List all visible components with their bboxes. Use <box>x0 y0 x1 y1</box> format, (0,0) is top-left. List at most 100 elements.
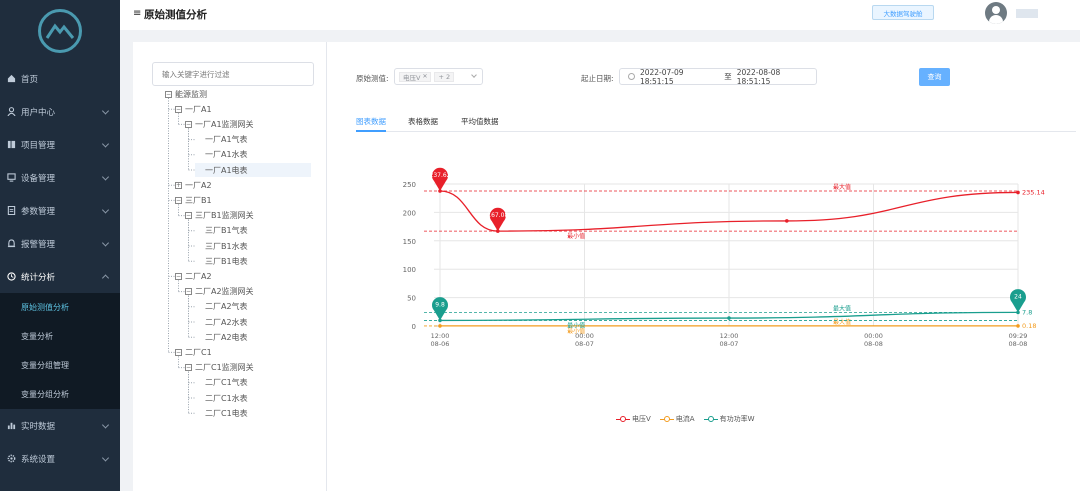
collapse-icon[interactable]: − <box>185 364 192 372</box>
tree-node[interactable]: + 一厂A2 <box>175 178 212 192</box>
tree-node[interactable]: 三厂B1水表 <box>195 239 248 253</box>
chevron-down-icon <box>101 238 110 247</box>
collapse-icon[interactable]: − <box>175 348 182 356</box>
sidebar: 首页 用户中心 项目管理 设备管理 参数管理 报警管理 统计分析 原始测值分析 变量分析 变量分组… <box>0 0 120 491</box>
tree-node[interactable]: 一厂A1气表 <box>195 133 248 147</box>
collapse-icon[interactable]: − <box>185 120 192 128</box>
avatar[interactable] <box>985 2 1007 24</box>
collapse-icon[interactable]: − <box>185 212 192 220</box>
tree-node-label: 三厂B1 <box>185 195 212 205</box>
y-tick-label: 150 <box>403 238 416 246</box>
bell-icon <box>6 239 16 249</box>
menu-toggle-icon[interactable]: ≡ <box>133 8 141 19</box>
device-tree-panel: −能源监测−一厂A1−一厂A1监测网关一厂A1气表一厂A1水表一厂A1电表+一厂… <box>133 42 327 491</box>
tree-node[interactable]: − 三厂B1监测网关 <box>185 209 254 223</box>
tree-node[interactable]: − 二厂A2监测网关 <box>185 285 254 299</box>
tree-node-label: 二厂C1监测网关 <box>195 363 254 373</box>
y-tick-label: 100 <box>403 266 416 274</box>
sidebar-item-label: 首页 <box>21 74 39 85</box>
sidebar-item-label: 参数管理 <box>21 206 56 217</box>
tree-node[interactable]: − 二厂C1 <box>175 345 212 359</box>
legend-marker <box>616 415 630 423</box>
legend-label: 电流A <box>675 415 695 423</box>
submenu-item[interactable]: 变量分析 <box>0 322 120 351</box>
submenu-item[interactable]: 原始测值分析 <box>0 293 120 322</box>
collapse-icon[interactable]: − <box>175 196 182 204</box>
bar-chart-icon <box>6 421 16 431</box>
sidebar-item-label: 用户中心 <box>21 107 56 118</box>
series-point-2 <box>727 316 731 320</box>
tree-node[interactable]: − 二厂C1监测网关 <box>185 361 254 375</box>
collapse-icon[interactable]: − <box>175 272 182 280</box>
tree-node[interactable]: 二厂A2水表 <box>195 315 248 329</box>
tree-node[interactable]: − 三厂B1 <box>175 193 212 207</box>
tree-node-label: 一厂A1监测网关 <box>195 119 254 129</box>
max-line-label: 最大值 <box>833 304 851 312</box>
tree-node[interactable]: 一厂A1水表 <box>195 148 248 162</box>
tree-node-label: 二厂A2气表 <box>205 302 248 312</box>
tree-node[interactable]: 二厂C1水表 <box>195 391 248 405</box>
tree-node-label: 一厂A1电表 <box>205 165 248 175</box>
tree-node[interactable]: 一厂A1电表 <box>195 163 311 177</box>
x-tick-time: 09:29 <box>1009 332 1028 340</box>
collapse-icon[interactable]: − <box>185 288 192 296</box>
sidebar-item-bar-chart[interactable]: 实时数据 <box>0 409 120 442</box>
tree-node-label: 三厂B1气表 <box>205 226 248 236</box>
logo-area <box>0 0 120 62</box>
expand-icon[interactable]: + <box>175 181 182 189</box>
sidebar-item-user[interactable]: 用户中心 <box>0 95 120 128</box>
line-chart: 05010015020025012:0008-0600:0008-0712:00… <box>403 167 1045 348</box>
y-tick-label: 250 <box>403 181 416 189</box>
sidebar-item-gear[interactable]: 系统设置 <box>0 442 120 475</box>
chevron-down-icon <box>101 205 110 214</box>
legend-item[interactable]: 有功功率W <box>703 414 755 424</box>
min-line-label: 最小值 <box>567 232 585 240</box>
min-pin-0-label: 167.08 <box>487 212 508 219</box>
x-tick-time: 12:00 <box>720 332 739 340</box>
legend-marker <box>703 415 718 423</box>
sidebar-item-bell[interactable]: 报警管理 <box>0 227 120 260</box>
chevron-down-icon <box>101 453 110 462</box>
chart-legend: 电压V 电流A 有功功率W <box>616 414 764 424</box>
y-tick-label: 0 <box>412 323 416 331</box>
tree-node[interactable]: − 能源监测 <box>165 87 207 101</box>
max-pin-2-label: 24 <box>1014 293 1022 300</box>
page-title: 原始测值分析 <box>144 9 207 21</box>
tree-node[interactable]: − 二厂A2 <box>175 269 212 283</box>
legend-marker <box>659 415 674 423</box>
sidebar-item-clock[interactable]: 统计分析 <box>0 260 120 293</box>
username-placeholder[interactable] <box>1016 9 1038 18</box>
sidebar-item-label: 设备管理 <box>21 173 56 184</box>
tree-node[interactable]: 三厂B1气表 <box>195 224 248 238</box>
chevron-down-icon <box>101 420 110 429</box>
sidebar-item-project[interactable]: 项目管理 <box>0 128 120 161</box>
tree-node[interactable]: − 一厂A1监测网关 <box>185 117 254 131</box>
tree-node-label: 能源监测 <box>175 89 207 99</box>
home-icon <box>6 74 16 84</box>
tree-node[interactable]: 三厂B1电表 <box>195 254 248 268</box>
tree-node[interactable]: 二厂A2电表 <box>195 330 248 344</box>
chevron-down-icon <box>101 139 110 148</box>
legend-item[interactable]: 电压V <box>616 414 651 424</box>
tree-node[interactable]: 二厂C1气表 <box>195 376 248 390</box>
legend-item[interactable]: 电流A <box>659 414 695 424</box>
submenu-item[interactable]: 变量分组分析 <box>0 380 120 409</box>
tree-node[interactable]: 二厂A2气表 <box>195 300 248 314</box>
tree-node-label: 三厂B1监测网关 <box>195 211 254 221</box>
sidebar-item-document[interactable]: 参数管理 <box>0 194 120 227</box>
collapse-icon[interactable]: − <box>175 105 182 113</box>
document-icon <box>6 206 16 216</box>
x-tick-date: 08-07 <box>720 340 739 348</box>
logo <box>38 9 82 53</box>
sidebar-item-home[interactable]: 首页 <box>0 62 120 95</box>
tree-node[interactable]: 二厂C1电表 <box>195 406 248 420</box>
bigscreen-button[interactable]: 大数据驾驶舱 <box>872 5 934 20</box>
submenu-item[interactable]: 变量分组管理 <box>0 351 120 380</box>
tree-node-label: 一厂A1水表 <box>205 150 248 160</box>
collapse-icon[interactable]: − <box>165 90 172 98</box>
tree-node[interactable]: − 一厂A1 <box>175 102 212 116</box>
sidebar-item-monitor[interactable]: 设备管理 <box>0 161 120 194</box>
chevron-down-icon <box>101 172 110 181</box>
clock-icon <box>6 272 16 282</box>
max-line-label: 最大值 <box>833 318 851 326</box>
